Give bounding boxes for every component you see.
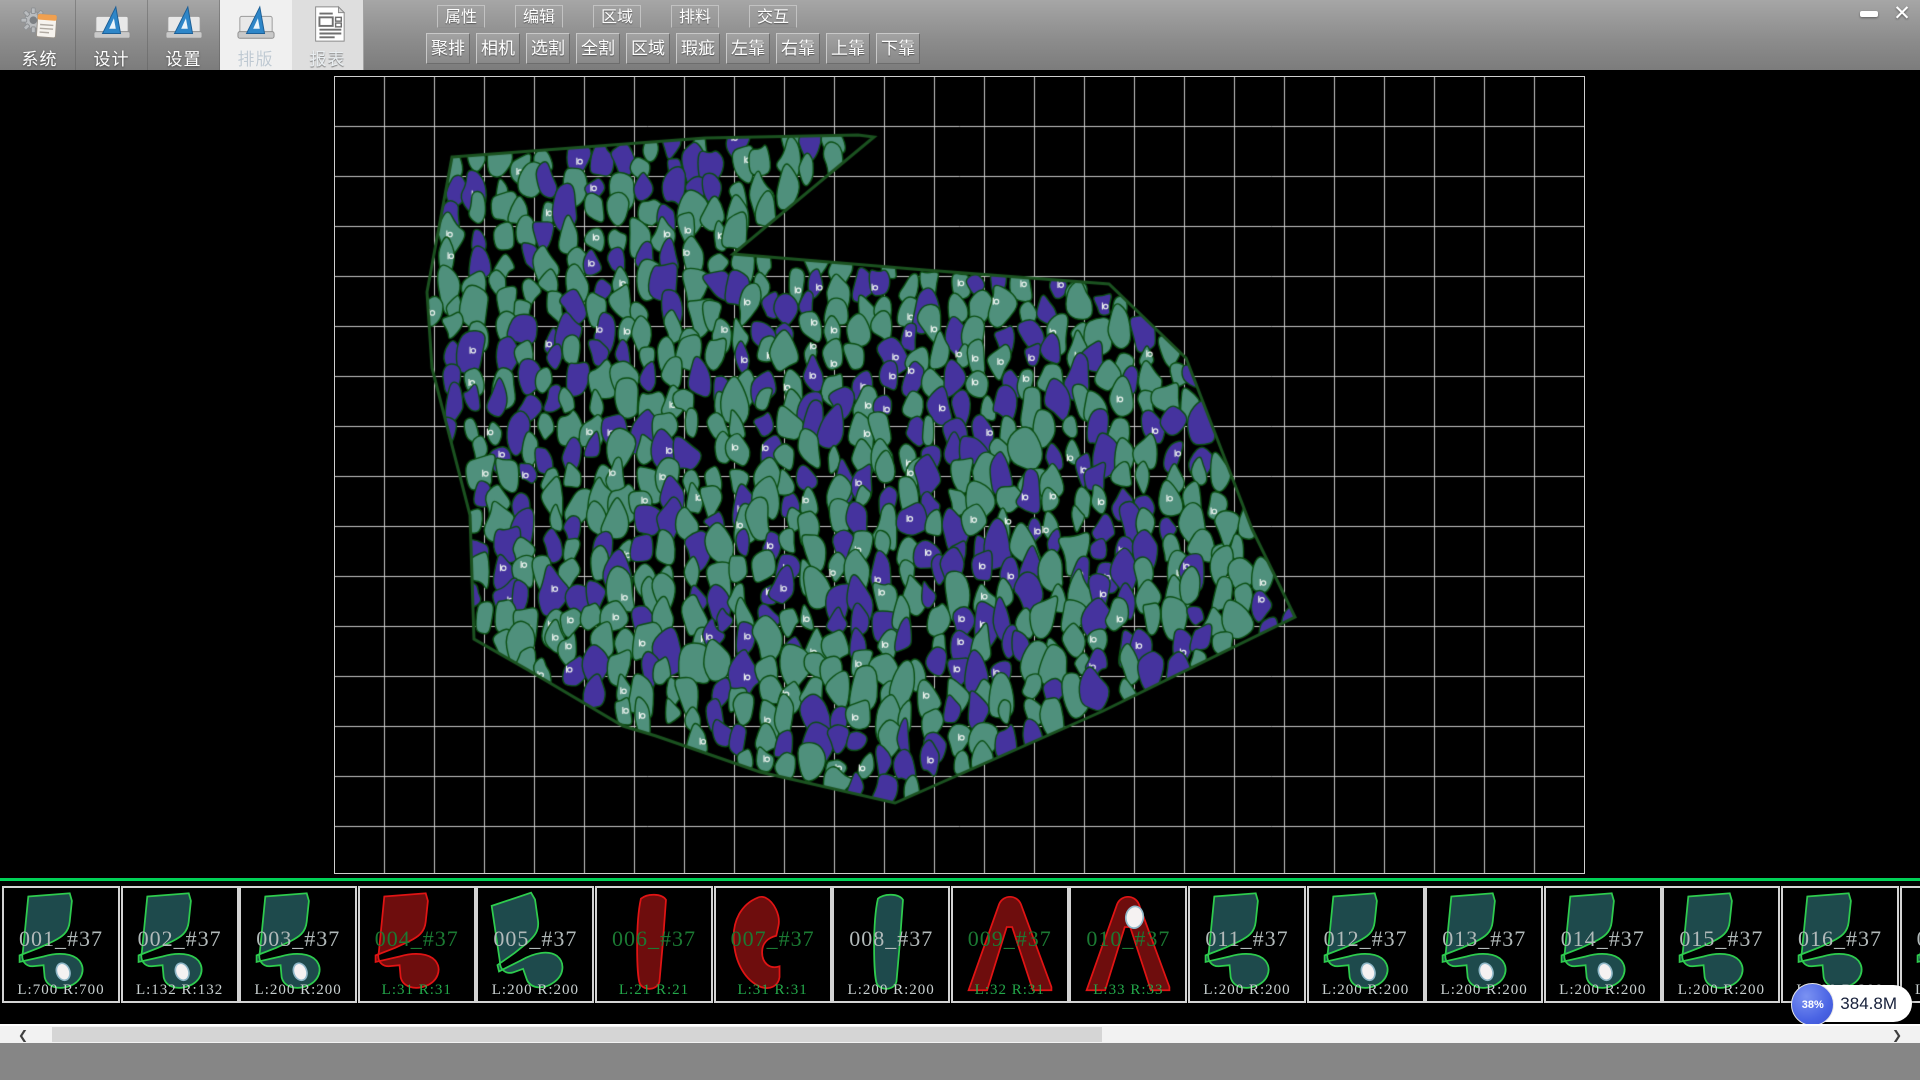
toolbar-item-report[interactable]: 报表 xyxy=(292,0,364,70)
memory-label: 384.8M xyxy=(1840,994,1897,1014)
top-toolbar: 系统 设计 设置 排版 报表 属性编辑区域排料交互 聚排相机选割全割区域瑕疵 xyxy=(0,0,1920,70)
menu-tab-row: 属性 编辑 区域 排料 交互 xyxy=(437,5,797,28)
piece-shape xyxy=(243,890,353,999)
piece-shape xyxy=(955,890,1065,999)
piece-shape xyxy=(1192,890,1302,999)
triangle-ruler-icon xyxy=(161,5,207,43)
toolbar-item-nesting[interactable]: 排版 xyxy=(220,0,292,70)
close-button[interactable]: ✕ xyxy=(1887,2,1917,25)
close-icon: ✕ xyxy=(1893,1,1911,26)
piece-shape xyxy=(836,890,946,999)
tool-button-snap-top[interactable]: 上靠 xyxy=(826,33,870,64)
toolbar-item-label: 排版 xyxy=(238,45,274,70)
toolbar-item-label: 系统 xyxy=(22,45,58,70)
toolbar-item-system[interactable]: 系统 xyxy=(4,0,76,70)
report-icon xyxy=(305,5,351,43)
toolbar-item-design[interactable]: 设计 xyxy=(76,0,148,70)
piece-shape xyxy=(125,890,235,999)
thumbnail-piece-001_#37[interactable]: 001_#37 L:700 R:700 xyxy=(2,886,120,1003)
tool-button-defect[interactable]: 瑕疵 xyxy=(676,33,720,64)
menu-tab-region[interactable]: 区域 xyxy=(593,5,641,28)
thumbnail-piece-011_#37[interactable]: 011_#37 L:200 R:200 xyxy=(1188,886,1306,1003)
thumbnail-piece-006_#37[interactable]: 006_#37 L:21 R:21 xyxy=(595,886,713,1003)
menu-tab-nest[interactable]: 排料 xyxy=(671,5,719,28)
minimize-icon xyxy=(1860,11,1878,17)
piece-shape xyxy=(480,890,590,999)
workspace xyxy=(0,70,1920,878)
triangle-ruler-icon xyxy=(89,5,135,43)
piece-shape xyxy=(1429,890,1539,999)
toolbar-item-settings[interactable]: 设置 xyxy=(148,0,220,70)
nesting-canvas[interactable] xyxy=(334,76,1585,874)
tool-button-snap-left[interactable]: 左靠 xyxy=(726,33,770,64)
tool-button-snap-right[interactable]: 右靠 xyxy=(776,33,820,64)
window-controls: ✕ xyxy=(1854,2,1917,25)
memory-status-badge: 38% 384.8M xyxy=(1793,985,1912,1022)
tool-button-camera[interactable]: 相机 xyxy=(476,33,520,64)
thumbnail-piece-009_#37[interactable]: 009_#37 L:32 R:31 xyxy=(951,886,1069,1003)
minimize-button[interactable] xyxy=(1854,2,1884,25)
piece-shape xyxy=(1548,890,1658,999)
progress-circle: 38% xyxy=(1791,983,1834,1024)
app-toolbar: 系统 设计 设置 排版 报表 xyxy=(4,0,364,70)
strip-top-line xyxy=(0,878,1920,881)
menu-tab-interact[interactable]: 交互 xyxy=(749,5,797,28)
piece-shape xyxy=(6,890,116,999)
thumbnail-piece-015_#37[interactable]: 015_#37 L:200 R:200 xyxy=(1662,886,1780,1003)
system-icon xyxy=(17,5,63,43)
scroll-right-button[interactable]: ❯ xyxy=(1874,1026,1920,1043)
thumbnail-piece-005_#37[interactable]: 005_#37 L:200 R:200 xyxy=(476,886,594,1003)
thumbnail-piece-013_#37[interactable]: 013_#37 L:200 R:200 xyxy=(1425,886,1543,1003)
tool-button-cut-all[interactable]: 全割 xyxy=(576,33,620,64)
piece-shape xyxy=(1073,890,1183,999)
tool-button-select-cut[interactable]: 选割 xyxy=(526,33,570,64)
piece-shape xyxy=(718,890,828,999)
toolbar-item-label: 设计 xyxy=(94,45,130,70)
horizontal-scrollbar[interactable]: ❮ ❯ xyxy=(0,1024,1920,1043)
thumbnail-piece-007_#37[interactable]: 007_#37 L:31 R:31 xyxy=(714,886,832,1003)
thumbnail-piece-010_#37[interactable]: 010_#37 L:33 R:33 xyxy=(1069,886,1187,1003)
piece-shape xyxy=(1785,890,1895,999)
thumbnail-piece-012_#37[interactable]: 012_#37 L:200 R:200 xyxy=(1307,886,1425,1003)
menu-tab-properties[interactable]: 属性 xyxy=(437,5,485,28)
piece-shape xyxy=(1311,890,1421,999)
piece-shape xyxy=(1666,890,1776,999)
scrollbar-thumb[interactable] xyxy=(52,1027,1102,1042)
menu-tab-edit[interactable]: 编辑 xyxy=(515,5,563,28)
thumbnail-piece-004_#37[interactable]: 004_#37 L:31 R:31 xyxy=(358,886,476,1003)
piece-shape xyxy=(1904,890,1920,999)
piece-shape xyxy=(599,890,709,999)
thumbnail-piece-002_#37[interactable]: 002_#37 L:132 R:132 xyxy=(121,886,239,1003)
tool-button-cluster-nest[interactable]: 聚排 xyxy=(426,33,470,64)
toolbar-item-label: 报表 xyxy=(310,45,346,70)
app-window: 系统 设计 设置 排版 报表 属性编辑区域排料交互 聚排相机选割全割区域瑕疵 xyxy=(0,0,1920,1080)
thumbnail-piece-014_#37[interactable]: 014_#37 L:200 R:200 xyxy=(1544,886,1662,1003)
thumbnail-strip: 001_#37 L:700 R:700 002_#37 L:132 R:132 … xyxy=(0,878,1920,1024)
thumbnail-piece-003_#37[interactable]: 003_#37 L:200 R:200 xyxy=(239,886,357,1003)
triangle-ruler-icon xyxy=(233,5,279,43)
piece-shape xyxy=(362,890,472,999)
toolbar-item-label: 设置 xyxy=(166,45,202,70)
tool-button-snap-bottom[interactable]: 下靠 xyxy=(876,33,920,64)
tool-button-row: 聚排相机选割全割区域瑕疵左靠右靠上靠下靠 xyxy=(426,33,920,64)
thumbnail-piece-008_#37[interactable]: 008_#37 L:200 R:200 xyxy=(832,886,950,1003)
tool-button-region[interactable]: 区域 xyxy=(626,33,670,64)
thumbnail-piece-017_#37[interactable]: 017_#37 L:200 R:200 xyxy=(1900,886,1920,1003)
window-bottom-frame xyxy=(0,1043,1920,1080)
scroll-left-button[interactable]: ❮ xyxy=(0,1026,46,1043)
